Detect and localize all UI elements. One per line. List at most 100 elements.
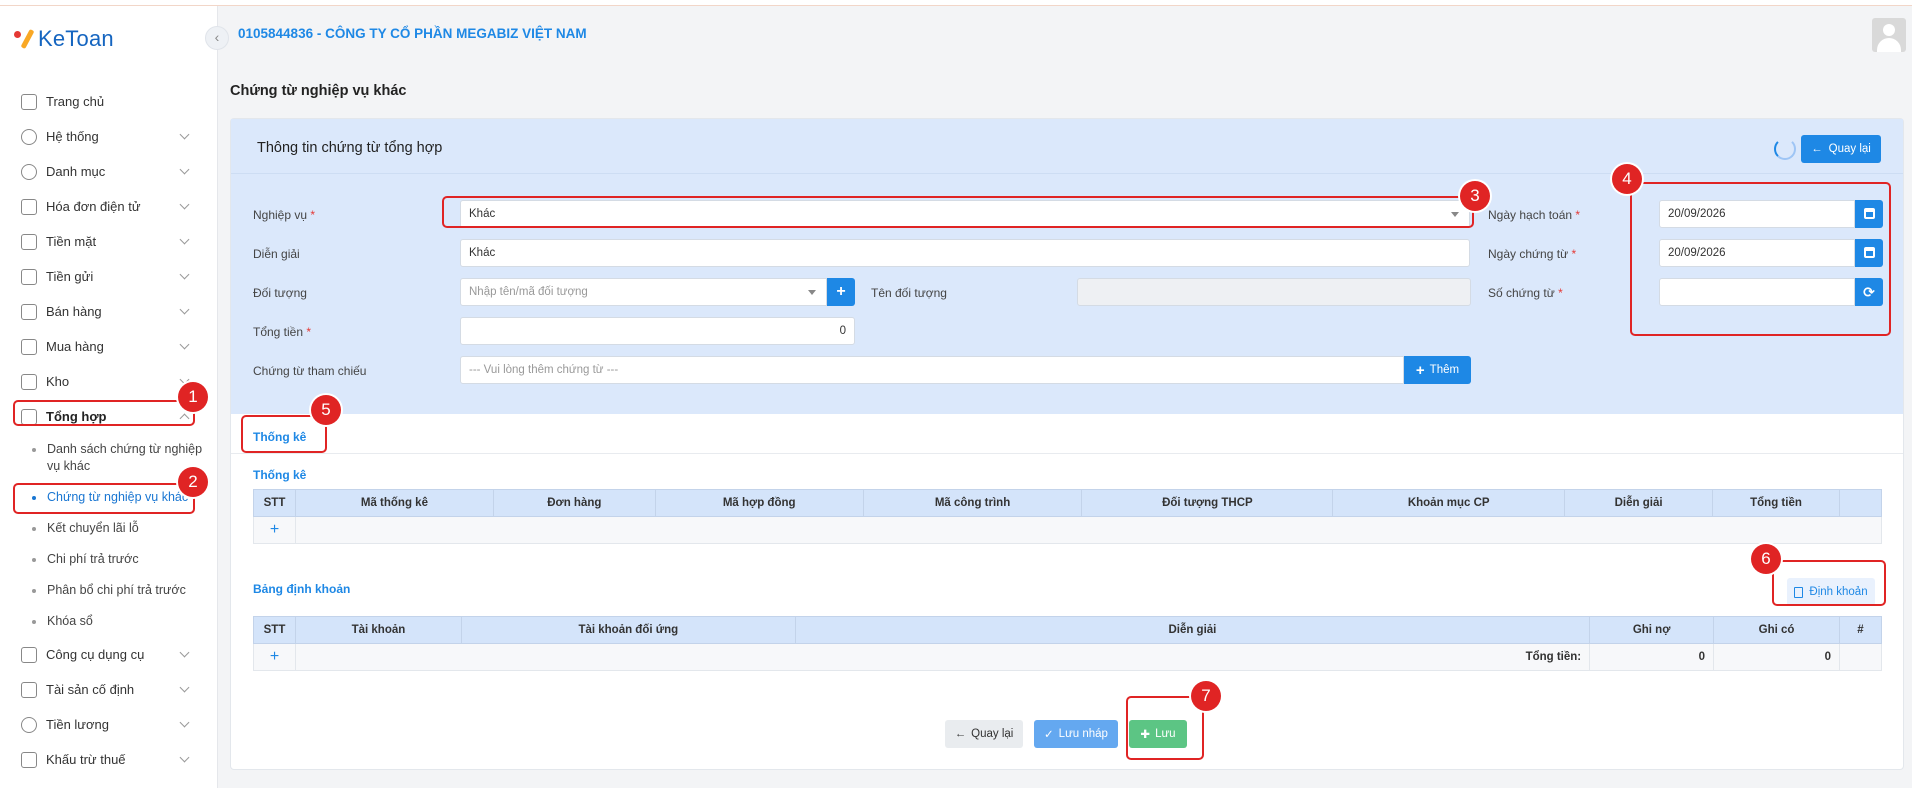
- so-chung-tu-label: Số chứng từ *: [1488, 286, 1563, 300]
- sidebar-item-trang-chu[interactable]: Trang chủ: [0, 84, 218, 119]
- annotation-box-5: [241, 415, 327, 453]
- sidebar-item-label: Mua hàng: [46, 339, 104, 354]
- sales-icon: [21, 303, 37, 320]
- back-button[interactable]: ← Quay lại: [945, 720, 1023, 748]
- ten-doi-tuong-input: [1077, 278, 1471, 306]
- sidebar-item-tien-mat[interactable]: Tiền mặt: [0, 224, 218, 259]
- warehouse-icon: [21, 373, 37, 390]
- annotation-box-1: [13, 400, 195, 426]
- ngay-hach-toan-label: Ngày hạch toán *: [1488, 208, 1581, 222]
- add-doi-tuong-button[interactable]: +: [827, 278, 855, 306]
- sidebar-item-tien-luong[interactable]: Tiền lương: [0, 707, 218, 742]
- top-border: [0, 0, 1912, 6]
- sidebar-item-mua-hang[interactable]: Mua hàng: [0, 329, 218, 364]
- tong-tien-input[interactable]: 0: [460, 317, 855, 345]
- ct-tham-chieu-label: Chứng từ tham chiếu: [253, 364, 367, 378]
- loading-spinner-icon: [1774, 138, 1796, 160]
- chevron-down-icon: [179, 717, 190, 728]
- sidebar-nav: Trang chủ Hệ thống Danh mục Hóa đơn điện…: [0, 84, 218, 777]
- cash-icon: [21, 233, 37, 250]
- logo-mark-icon: [12, 27, 38, 51]
- tong-tien-label: Tổng tiền *: [253, 325, 312, 339]
- column-header: STT: [253, 616, 296, 644]
- thong-ke-table: STT Mã thống kê Đơn hàng Mã hợp đồng Mã …: [253, 489, 1883, 544]
- add-row-button[interactable]: +: [253, 516, 296, 544]
- column-header: STT: [253, 489, 296, 517]
- chevron-down-icon: [179, 164, 190, 175]
- annotation-badge-3: 3: [1460, 181, 1490, 211]
- grid-icon: [21, 163, 37, 180]
- chevron-down-icon: [179, 269, 190, 280]
- chevron-down-icon: [808, 290, 816, 295]
- annotation-badge-7: 7: [1191, 681, 1221, 711]
- tab-bar: Thống kê: [231, 414, 1903, 454]
- table-row: +: [253, 516, 1883, 544]
- sidebar-item-hoa-don[interactable]: Hóa đơn điện tử: [0, 189, 218, 224]
- sidebar-item-cong-cu[interactable]: Công cụ dụng cụ: [0, 637, 218, 672]
- page-title: Chứng từ nghiệp vụ khác: [230, 83, 407, 99]
- annotation-badge-1: 1: [178, 382, 208, 412]
- sidebar-item-ban-hang[interactable]: Bán hàng: [0, 294, 218, 329]
- sidebar-collapse-button[interactable]: ‹: [205, 26, 229, 50]
- sidebar-submenu-tong-hop: Danh sách chứng từ nghiệp vụ khác Chứng …: [0, 434, 218, 637]
- back-button-label: Quay lại: [1828, 143, 1871, 155]
- chevron-down-icon: [179, 647, 190, 658]
- column-header: Diễn giải: [1564, 489, 1714, 517]
- ngay-chung-tu-label: Ngày chứng từ *: [1488, 247, 1577, 261]
- sidebar-subitem-phan-bo[interactable]: Phân bổ chi phí trả trước: [32, 575, 218, 606]
- column-header: Đối tượng THCP: [1081, 489, 1334, 517]
- company-name: 0105844836 - CÔNG TY CỔ PHẦN MEGABIZ VIỆ…: [238, 26, 587, 41]
- sidebar-subitem-khoa-so[interactable]: Khóa sổ: [32, 606, 218, 637]
- chevron-down-icon: [179, 752, 190, 763]
- chevron-down-icon: [179, 339, 190, 350]
- car-icon: [21, 681, 37, 698]
- annotation-box-2: [13, 483, 195, 514]
- plus-icon: +: [836, 283, 846, 300]
- logo[interactable]: KeToan: [12, 24, 114, 54]
- column-header: Tổng tiền: [1712, 489, 1840, 517]
- card-header: Thông tin chứng từ tổng hợp ← Quay lại: [231, 119, 1903, 174]
- sidebar-subitem-chi-phi-tra-truoc[interactable]: Chi phí trả trước: [32, 544, 218, 575]
- ten-doi-tuong-label: Tên đối tượng: [871, 286, 947, 300]
- chevron-left-icon: ‹: [214, 29, 220, 45]
- sidebar-item-he-thong[interactable]: Hệ thống: [0, 119, 218, 154]
- column-header: Khoản mục CP: [1332, 489, 1566, 517]
- chevron-down-icon: [179, 129, 190, 140]
- annotation-box-3: [442, 196, 1474, 228]
- add-row-button[interactable]: +: [253, 643, 296, 671]
- invoice-icon: [21, 198, 37, 215]
- total-ghi-no: 0: [1589, 643, 1715, 671]
- salary-icon: [21, 716, 37, 733]
- them-chung-tu-button[interactable]: + Thêm: [1404, 356, 1471, 384]
- card-title: Thông tin chứng từ tổng hợp: [257, 140, 443, 156]
- sidebar-item-label: Hệ thống: [46, 129, 99, 144]
- annotation-box-4: [1630, 182, 1891, 336]
- avatar[interactable]: [1872, 18, 1906, 52]
- sidebar-item-label: Công cụ dụng cụ: [46, 647, 145, 662]
- sidebar-item-label: Tài sản cố định: [46, 682, 135, 697]
- sidebar-item-khau-tru-thue[interactable]: Khấu trừ thuế: [0, 742, 218, 777]
- column-header: Ghi nợ: [1589, 616, 1715, 644]
- logo-text: KeToan: [38, 26, 114, 51]
- column-header: [1838, 489, 1883, 517]
- total-ghi-co: 0: [1713, 643, 1840, 671]
- column-header: Mã thống kê: [294, 489, 494, 517]
- thong-ke-section-title: Thống kê: [253, 468, 307, 482]
- ct-tham-chieu-input[interactable]: --- Vui lòng thêm chứng từ ---: [460, 356, 1404, 384]
- dinh-khoan-table: STT Tài khoản Tài khoản đối ứng Diễn giả…: [253, 616, 1883, 671]
- home-icon: [21, 93, 37, 110]
- dien-giai-input[interactable]: Khác: [460, 239, 1470, 267]
- sidebar-item-tai-san[interactable]: Tài sản cố định: [0, 672, 218, 707]
- column-header: Ghi có: [1713, 616, 1840, 644]
- sidebar-item-tien-gui[interactable]: Tiền gửi: [0, 259, 218, 294]
- sidebar-item-label: Danh mục: [46, 164, 106, 179]
- back-button-top[interactable]: ← Quay lại: [1801, 135, 1881, 163]
- save-draft-button[interactable]: ✓ Lưu nháp: [1034, 720, 1118, 748]
- dinh-khoan-section-title: Bảng định khoản: [253, 582, 351, 596]
- column-header: #: [1838, 616, 1883, 644]
- sidebar-item-danh-muc[interactable]: Danh mục: [0, 154, 218, 189]
- annotation-badge-6: 6: [1751, 544, 1781, 574]
- sidebar-subitem-ket-chuyen[interactable]: Kết chuyển lãi lỗ: [32, 513, 218, 544]
- chevron-down-icon: [179, 682, 190, 693]
- doi-tuong-select[interactable]: Nhập tên/mã đối tượng: [460, 278, 827, 306]
